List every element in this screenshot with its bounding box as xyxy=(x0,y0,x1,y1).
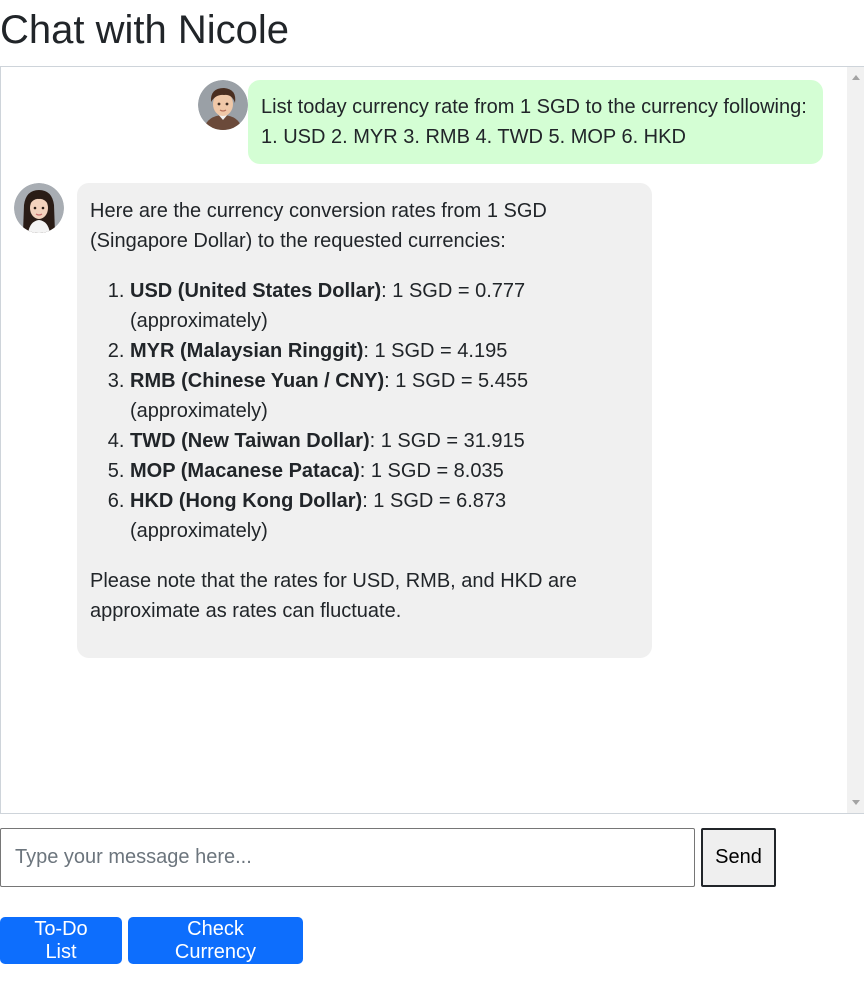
currency-name: MYR (Malaysian Ringgit) xyxy=(130,340,364,362)
scroll-down-arrow-icon[interactable] xyxy=(852,800,860,805)
rate-note: (approximately) xyxy=(130,310,268,332)
rate-note: (approximately) xyxy=(130,520,268,542)
bot-intro-line: Here are the currency conversion rates f… xyxy=(90,200,547,222)
user-message-bubble: List today currency rate from 1 SGD to t… xyxy=(248,80,823,164)
message-input[interactable] xyxy=(0,828,695,887)
rate-item-rmb: RMB (Chinese Yuan / CNY): 1 SGD = 5.455 (… xyxy=(130,366,640,426)
currency-name: HKD (Hong Kong Dollar) xyxy=(130,490,363,512)
send-button[interactable]: Send xyxy=(701,828,776,887)
chat-window[interactable]: List today currency rate from 1 SGD to t… xyxy=(0,66,864,814)
male-user-avatar-icon xyxy=(198,80,248,130)
scroll-up-arrow-icon[interactable] xyxy=(852,75,860,80)
bot-footer-text: Please note that the rates for USD, RMB,… xyxy=(90,566,640,626)
user-avatar xyxy=(198,80,248,130)
bot-intro-line: (Singapore Dollar) to the requested curr… xyxy=(90,230,506,252)
user-message-line: 1. USD 2. MYR 3. RMB 4. TWD 5. MOP 6. HK… xyxy=(261,126,686,148)
chat-scrollbar[interactable] xyxy=(847,67,864,813)
page-title: Chat with Nicole xyxy=(0,8,290,52)
rate-item-hkd: HKD (Hong Kong Dollar): 1 SGD = 6.873 (ap… xyxy=(130,486,640,546)
currency-rate: : 1 SGD = 0.777 xyxy=(381,280,526,302)
rate-item-mop: MOP (Macanese Pataca): 1 SGD = 8.035 xyxy=(130,456,640,486)
currency-rate: : 1 SGD = 6.873 xyxy=(362,490,507,512)
currency-rate: : 1 SGD = 31.915 xyxy=(369,430,525,452)
currency-name: USD (United States Dollar) xyxy=(130,280,382,302)
rate-item-twd: TWD (New Taiwan Dollar): 1 SGD = 31.915 xyxy=(130,426,640,456)
todo-list-button[interactable]: To-Do List xyxy=(0,917,122,964)
rate-item-myr: MYR (Malaysian Ringgit): 1 SGD = 4.195 xyxy=(130,336,640,366)
currency-rate: : 1 SGD = 8.035 xyxy=(359,460,504,482)
currency-name: TWD (New Taiwan Dollar) xyxy=(130,430,370,452)
user-message-line: List today currency rate from 1 SGD to t… xyxy=(261,96,807,118)
bot-footer-line: approximate as rates can fluctuate. xyxy=(90,600,402,622)
currency-rate-list: USD (United States Dollar): 1 SGD = 0.77… xyxy=(90,276,640,546)
currency-rate: : 1 SGD = 4.195 xyxy=(363,340,508,362)
bot-intro-text: Here are the currency conversion rates f… xyxy=(90,196,640,256)
check-currency-button[interactable]: Check Currency xyxy=(128,917,303,964)
nicole-avatar-icon xyxy=(14,183,64,233)
rate-item-usd: USD (United States Dollar): 1 SGD = 0.77… xyxy=(130,276,640,336)
bot-footer-line: Please note that the rates for USD, RMB,… xyxy=(90,570,577,592)
bot-message-bubble: Here are the currency conversion rates f… xyxy=(77,183,652,658)
currency-rate: : 1 SGD = 5.455 xyxy=(384,370,529,392)
rate-note: (approximately) xyxy=(130,400,268,422)
currency-name: RMB (Chinese Yuan / CNY) xyxy=(130,370,385,392)
bot-avatar xyxy=(14,183,64,233)
currency-name: MOP (Macanese Pataca) xyxy=(130,460,360,482)
